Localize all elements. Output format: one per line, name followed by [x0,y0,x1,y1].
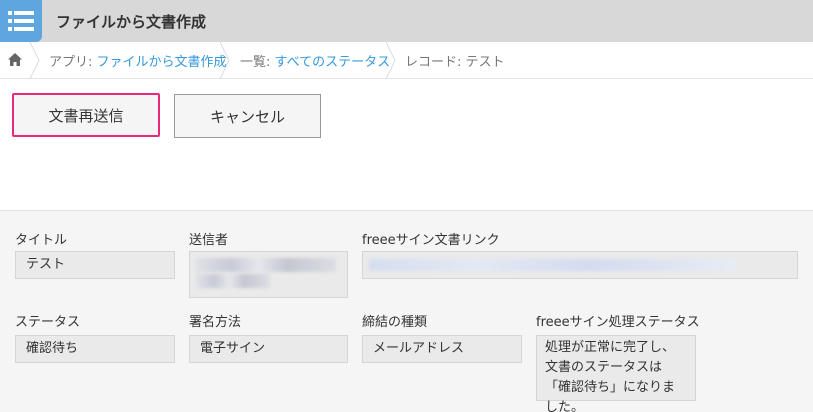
breadcrumb-app: アプリ: ファイルから文書作成 [49,51,227,70]
sign-method-value: 電子サイン [189,335,348,363]
home-icon[interactable] [8,53,22,66]
app-title: ファイルから文書作成 [56,13,207,31]
cancel-button[interactable]: キャンセル [174,94,321,138]
breadcrumb: アプリ: ファイルから文書作成 一覧: すべてのステータス レコード: テスト [0,42,813,79]
breadcrumb-separator [219,42,230,79]
status-value: 確認待ち [15,335,175,363]
app-icon[interactable] [0,0,42,42]
status-label: ステータス [15,315,81,330]
redacted-sender [196,258,336,272]
list-icon [8,11,34,31]
redacted-link [369,259,737,271]
breadcrumb-list: 一覧: すべてのステータス [240,51,390,70]
title-label: タイトル [15,233,68,248]
breadcrumb-list-link[interactable]: すべてのステータス [275,55,391,70]
sender-value [189,251,348,298]
freee-status-value: 処理が正常に完了し、文書のステータスは「確認待ち」になりました。 [536,335,696,412]
breadcrumb-separator [385,42,396,79]
app-header: ファイルから文書作成 [0,0,813,42]
freee-link-value[interactable] [362,251,798,279]
sender-label: 送信者 [189,233,229,248]
redacted-sender [196,274,270,288]
record-details: タイトル テスト 送信者 freeeサイン文書リンク ステータス 確認待ち 署名… [0,210,813,412]
breadcrumb-list-prefix: 一覧: [240,55,275,70]
freee-status-label: freeeサイン処理ステータス [536,315,700,330]
breadcrumb-app-link[interactable]: ファイルから文書作成 [97,55,227,70]
contract-type-value: メールアドレス [362,335,522,363]
resend-document-button[interactable]: 文書再送信 [12,93,160,137]
title-value: テスト [15,251,175,279]
sign-method-label: 署名方法 [189,315,242,330]
breadcrumb-separator [29,42,40,79]
breadcrumb-record: レコード: テスト [405,55,505,70]
contract-type-label: 締結の種類 [362,315,428,330]
breadcrumb-app-prefix: アプリ: [49,55,97,70]
freee-link-label: freeeサイン文書リンク [362,233,500,248]
